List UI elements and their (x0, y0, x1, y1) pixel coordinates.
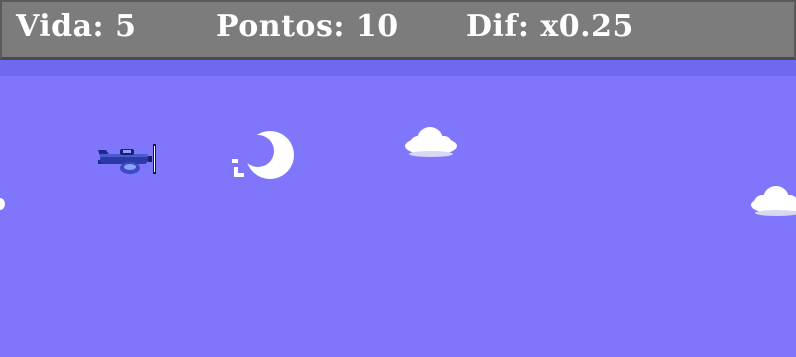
airplane-icon[interactable] (96, 142, 162, 178)
difficulty-indicator: Dif: x0.25 (466, 7, 634, 47)
hud-shadow-strip (0, 60, 796, 76)
game-screen[interactable]: Vida: 5 Pontos: 10 Dif: x0.25 (0, 0, 796, 357)
difficulty-label: Dif: (466, 9, 530, 44)
score-value: 10 (355, 9, 399, 44)
difficulty-value: x0.25 (540, 9, 634, 44)
life-counter: Vida: 5 (16, 7, 136, 47)
hud-bar: Vida: 5 Pontos: 10 Dif: x0.25 (0, 0, 796, 60)
cloud-icon (405, 127, 457, 157)
score-label: Pontos: (216, 9, 345, 44)
score-counter: Pontos: 10 (216, 7, 399, 47)
cloud-icon (751, 186, 796, 216)
cloud-icon (0, 198, 5, 210)
life-label: Vida: (16, 9, 105, 44)
crescent-moon-icon[interactable] (230, 127, 296, 187)
life-value: 5 (115, 9, 137, 44)
